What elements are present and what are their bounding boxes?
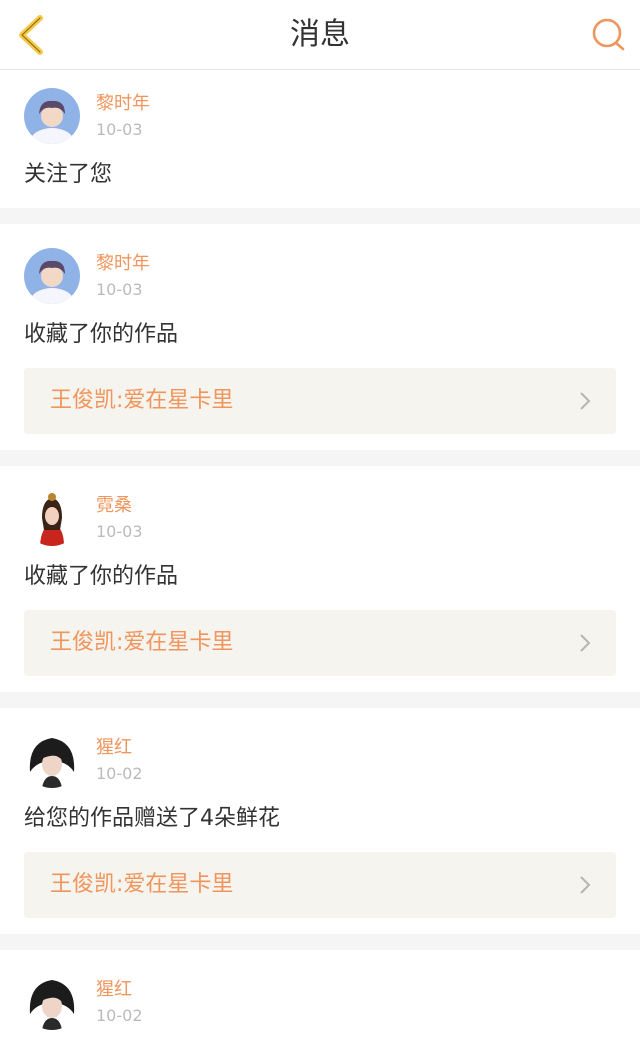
work-link[interactable]: 王俊凯:爱在星卡里 [24,610,616,676]
username[interactable]: 猩红 [96,736,132,760]
user-avatar[interactable] [24,732,80,788]
top-bar: 消息 [0,0,640,70]
message-date: 10-02 [96,764,143,783]
message-item: 黎时年 10-03 关注了您 [0,70,640,208]
message-text: 收藏了你的作品 [24,322,179,347]
message-date: 10-03 [96,120,143,139]
page-title: 消息 [290,17,350,52]
message-item: 霓桑 10-03 收藏了你的作品 王俊凯:爱在星卡里 [0,466,640,692]
message-item: 猩红 10-02 给您的作品赠送了4朵鲜花 王俊凯:爱在星卡里 [0,708,640,934]
message-date: 10-03 [96,280,143,299]
chevron-right-icon [580,392,591,410]
work-title: 王俊凯:爱在星卡里 [50,872,234,897]
chevron-right-icon [580,876,591,894]
divider [0,450,640,466]
divider [0,934,640,950]
divider [0,692,640,708]
user-avatar[interactable] [24,248,80,304]
work-title: 王俊凯:爱在星卡里 [50,388,234,413]
work-link[interactable]: 王俊凯:爱在星卡里 [24,368,616,434]
message-item: 黎时年 10-03 收藏了你的作品 王俊凯:爱在星卡里 [0,224,640,450]
work-link[interactable]: 王俊凯:爱在星卡里 [24,852,616,918]
user-avatar[interactable] [24,490,80,546]
work-title: 王俊凯:爱在星卡里 [50,630,234,655]
user-avatar-darkhair [24,732,80,788]
user-avatar-boy [24,248,80,304]
user-avatar-opera [24,490,80,546]
message-date: 10-03 [96,522,143,541]
user-avatar[interactable] [24,974,80,1030]
divider [0,208,640,224]
message-text: 关注了您 [24,162,113,187]
search-icon [592,18,625,51]
chevron-right-icon [580,634,591,652]
user-avatar-darkhair [24,974,80,1030]
message-text: 给您的作品赠送了4朵鲜花 [24,806,280,831]
message-text: 收藏了你的作品 [24,564,179,589]
message-item: 猩红 10-02 [0,950,640,1050]
username[interactable]: 黎时年 [96,252,150,276]
message-list: 黎时年 10-03 关注了您 黎时年 10-03 收藏了你的作品 王俊凯:爱在星… [0,70,640,1050]
message-date: 10-02 [96,1006,143,1025]
user-avatar[interactable] [24,88,80,144]
search-button[interactable] [590,16,628,54]
username[interactable]: 霓桑 [96,494,132,518]
user-avatar-boy [24,88,80,144]
username[interactable]: 黎时年 [96,92,150,116]
username[interactable]: 猩红 [96,978,132,1002]
